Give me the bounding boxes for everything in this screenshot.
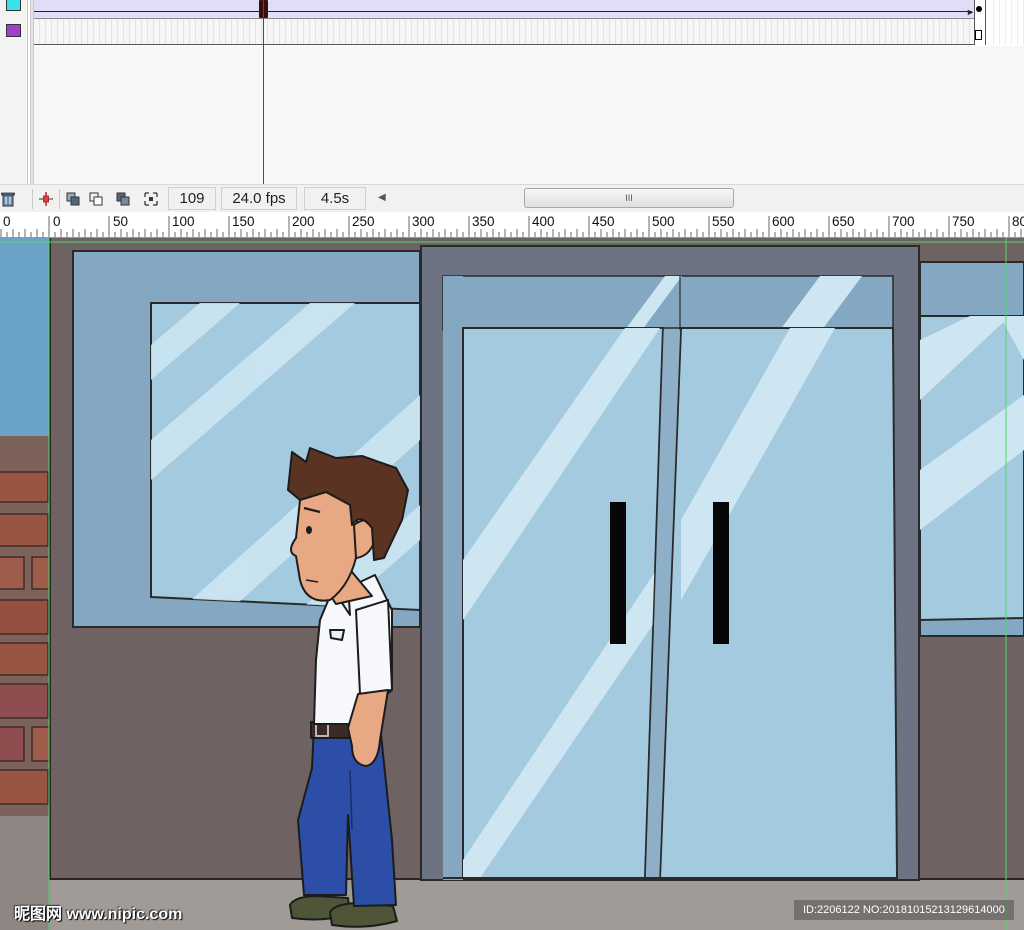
horizontal-scrollbar-thumb[interactable]: III <box>524 188 734 208</box>
elapsed-time-field: 4.5s <box>304 187 366 210</box>
ruler-label: 150 <box>232 214 255 229</box>
trash-icon[interactable] <box>0 190 17 208</box>
current-frame-field[interactable]: 109 <box>168 187 216 210</box>
onion-skin-outlines-icon[interactable] <box>87 190 105 208</box>
scene-artwork <box>0 238 1024 930</box>
ruler-label: 600 <box>772 214 795 229</box>
left-building-window <box>0 238 50 436</box>
ruler-label: 500 <box>652 214 675 229</box>
stage-canvas[interactable] <box>0 238 1024 930</box>
scroll-left-arrow-icon[interactable]: ◀ <box>378 192 386 203</box>
ruler-ticks <box>0 216 1022 237</box>
watermark-left: 昵图网 www.nipic.com <box>14 906 183 923</box>
ruler-label: 550 <box>712 214 735 229</box>
frame-row-static[interactable] <box>34 19 986 44</box>
door-left-handle <box>610 502 626 644</box>
animation-editor: ► 109 24.0 fps 4.5s ◀ III 0 0 50 100 150… <box>0 0 1024 930</box>
toolbar-separator <box>32 189 33 209</box>
center-frame-icon[interactable] <box>37 190 55 208</box>
toolbar-separator <box>59 189 60 209</box>
ruler-label: 0 <box>53 214 61 229</box>
empty-frame-area[interactable] <box>988 0 1024 45</box>
scroll-grip-icon: III <box>625 193 633 203</box>
frame-grid[interactable]: ► <box>34 0 986 45</box>
blank-keyframe-icon[interactable] <box>975 30 982 40</box>
keyframe-icon[interactable] <box>976 6 982 12</box>
edit-multiple-frames-icon[interactable] <box>114 190 132 208</box>
modify-onion-markers-icon[interactable] <box>142 190 160 208</box>
ruler-label: 200 <box>292 214 315 229</box>
ruler-label: 100 <box>172 214 195 229</box>
layer-color-swatch[interactable] <box>6 0 21 11</box>
timeline-panel: ► 109 24.0 fps 4.5s ◀ III <box>0 0 1024 212</box>
door-left-glass <box>462 327 665 879</box>
ruler-label: 350 <box>472 214 495 229</box>
ruler-label: 750 <box>952 214 975 229</box>
horizontal-ruler[interactable]: 0 0 50 100 150 200 250 300 350 400 450 500 550 600 650… <box>0 212 1024 238</box>
ruler-label: 300 <box>412 214 435 229</box>
ruler-label: 700 <box>892 214 915 229</box>
layer-list <box>0 0 28 212</box>
door-right-handle <box>713 502 729 644</box>
timeline-empty-area <box>34 46 1024 184</box>
ruler-label: 250 <box>352 214 375 229</box>
ruler-label: 80 <box>1012 214 1024 229</box>
ruler-label: 450 <box>592 214 615 229</box>
ruler-label: 50 <box>113 214 129 229</box>
playhead-line <box>263 0 264 184</box>
frame-row-tween[interactable]: ► <box>34 0 986 19</box>
ruler-label: 400 <box>532 214 555 229</box>
motion-tween-arrow <box>34 11 972 12</box>
layer-color-swatch[interactable] <box>6 24 21 37</box>
onion-skin-icon[interactable] <box>64 190 82 208</box>
ruler-label: 650 <box>832 214 855 229</box>
timeline-status-bar: 109 24.0 fps 4.5s ◀ III <box>0 184 1024 212</box>
ruler-label: 0 <box>3 214 11 229</box>
watermark-right: ID:2206122 NO:20181015213129614000 <box>794 900 1014 920</box>
frame-rate-field[interactable]: 24.0 fps <box>221 187 297 210</box>
